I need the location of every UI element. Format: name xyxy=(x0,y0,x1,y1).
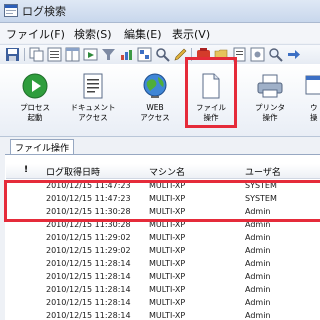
table-icon[interactable] xyxy=(65,47,80,62)
machine-cell: MULTI-XP xyxy=(149,285,186,294)
web-access-icon xyxy=(143,73,167,98)
table-row[interactable]: 2010/12/15 11:28:14 MULTI-XP Admin xyxy=(6,298,320,311)
app-icon xyxy=(4,4,18,17)
window-title: ログ検索 xyxy=(22,5,66,18)
machine-cell: MULTI-XP xyxy=(149,272,186,281)
printer-operation-label: プリンタ 操作 xyxy=(255,103,285,122)
menu-view[interactable]: 表示(V) xyxy=(172,26,210,42)
export-table-icon[interactable] xyxy=(137,47,152,62)
user-cell: Admin xyxy=(245,246,271,255)
document-access-label: ドキュメント アクセス xyxy=(70,103,116,122)
filter-icon[interactable] xyxy=(101,47,116,62)
grid-header: ! ログ取得日時 マシン名 ユーザ名 xyxy=(6,164,320,179)
tab-file-operation[interactable]: ファイル操作 xyxy=(10,139,74,155)
window-operation-icon xyxy=(305,75,320,95)
save-icon[interactable] xyxy=(5,47,20,62)
column-header-datetime[interactable]: ログ取得日時 xyxy=(46,165,100,178)
web-access-label: WEB アクセス xyxy=(140,103,170,122)
column-header-machine[interactable]: マシン名 xyxy=(149,165,185,178)
settings-icon[interactable] xyxy=(250,47,265,62)
datetime-cell: 2010/12/15 11:28:14 xyxy=(46,298,131,307)
document-access-button[interactable]: ドキュメント アクセス xyxy=(68,69,118,132)
user-cell: Admin xyxy=(245,285,271,294)
printer-operation-button[interactable]: プリンタ 操作 xyxy=(245,69,295,132)
table-row[interactable]: 2010/12/15 11:28:14 MULTI-XP Admin xyxy=(6,272,320,285)
copy-icon[interactable] xyxy=(29,47,44,62)
menu-edit[interactable]: 編集(E) xyxy=(124,26,162,42)
list-icon[interactable] xyxy=(47,47,62,62)
menu-search[interactable]: 検索(S) xyxy=(74,26,112,42)
table-row[interactable]: 2010/12/15 11:28:14 MULTI-XP Admin xyxy=(6,259,320,272)
datetime-cell: 2010/12/15 11:28:14 xyxy=(46,285,131,294)
process-launch-button[interactable]: プロセス 起動 xyxy=(10,69,60,132)
toolbar-separator xyxy=(24,48,25,61)
window-operation-button[interactable]: ウ 操 xyxy=(300,69,320,132)
web-access-button[interactable]: WEB アクセス xyxy=(130,69,180,132)
datetime-cell: 2010/12/15 11:28:14 xyxy=(46,272,131,281)
process-launch-icon xyxy=(22,73,48,99)
machine-cell: MULTI-XP xyxy=(149,311,186,320)
tab-label: ファイル操作 xyxy=(15,144,70,154)
search-icon[interactable] xyxy=(155,47,170,62)
arrow-icon[interactable] xyxy=(286,47,301,62)
user-cell: Admin xyxy=(245,311,271,320)
document-access-icon xyxy=(83,73,103,99)
machine-cell: MULTI-XP xyxy=(149,259,186,268)
export-icon[interactable] xyxy=(83,47,98,62)
menu-file[interactable]: ファイル(F) xyxy=(6,26,65,42)
column-header-user[interactable]: ユーザ名 xyxy=(245,165,281,178)
user-cell: Admin xyxy=(245,259,271,268)
chart-icon[interactable] xyxy=(119,47,134,62)
small-toolbar xyxy=(0,44,320,65)
datetime-cell: 2010/12/15 11:29:02 xyxy=(46,233,131,242)
menu-bar: ファイル(F) 検索(S) 編集(E) 表示(V) xyxy=(0,23,320,43)
category-toolbar: プロセス 起動 ドキュメント アクセス WEB アクセス ファイル 操作 プリン… xyxy=(0,64,320,137)
table-row[interactable]: 2010/12/15 11:29:02 MULTI-XP Admin xyxy=(6,246,320,259)
table-row[interactable]: 2010/12/15 11:28:14 MULTI-XP Admin xyxy=(6,311,320,320)
datetime-cell: 2010/12/15 11:28:14 xyxy=(46,311,131,320)
user-cell: Admin xyxy=(245,298,271,307)
title-bar: ログ検索 xyxy=(0,0,320,23)
zoom-icon[interactable] xyxy=(268,47,283,62)
log-search-window: ログ検索 ファイル(F) 検索(S) 編集(E) 表示(V) プロセス 起動 ド… xyxy=(0,0,320,320)
machine-cell: MULTI-XP xyxy=(149,246,186,255)
column-header-alert[interactable]: ! xyxy=(24,165,28,175)
machine-cell: MULTI-XP xyxy=(149,233,186,242)
process-launch-label: プロセス 起動 xyxy=(20,103,50,122)
window-operation-label: ウ 操 xyxy=(310,103,318,122)
user-cell: Admin xyxy=(245,272,271,281)
datetime-cell: 2010/12/15 11:29:02 xyxy=(46,246,131,255)
user-cell: Admin xyxy=(245,233,271,242)
selected-rows-highlight xyxy=(4,180,320,222)
table-row[interactable]: 2010/12/15 11:28:14 MULTI-XP Admin xyxy=(6,285,320,298)
printer-operation-icon xyxy=(257,74,283,98)
datetime-cell: 2010/12/15 11:28:14 xyxy=(46,259,131,268)
selected-button-highlight xyxy=(185,57,237,128)
machine-cell: MULTI-XP xyxy=(149,298,186,307)
table-row[interactable]: 2010/12/15 11:29:02 MULTI-XP Admin xyxy=(6,233,320,246)
